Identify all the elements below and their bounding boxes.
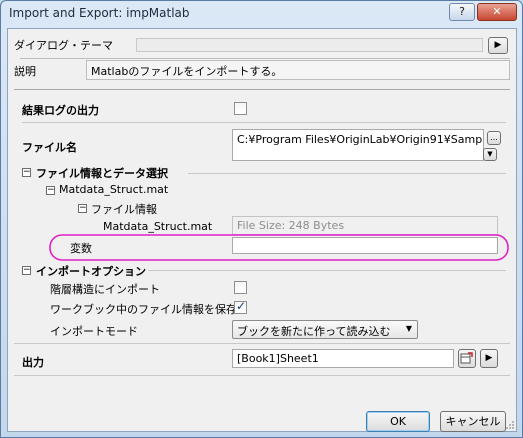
save-info-label: ワークブック中のファイル情報を保存 [50,303,237,316]
description-text: Matlabのファイルをインポートする。 [86,60,510,80]
theme-label: ダイアログ・テーマ [14,39,113,52]
filename-label: ファイル名 [22,141,77,154]
checkmark-icon: ✓ [236,299,247,313]
description-label: 説明 [14,65,36,78]
dialog-body: ダイアログ・テーマ ▶ 説明 Matlabのファイルをインポートする。 結果ログ… [7,28,517,432]
row-separator [14,343,510,344]
row-separator [22,122,506,123]
footer-separator [14,375,510,376]
hierarchical-label: 階層構造にインポート [50,283,160,296]
file-info-section-label: ファイル情報とデータ選択 [36,167,168,180]
cancel-button[interactable]: キャンセル [440,411,506,432]
output-input[interactable]: [Book1]Sheet1 [232,349,454,368]
import-mode-label: インポートモード [50,325,138,338]
section-line [188,173,506,174]
help-button[interactable]: ? [449,3,475,21]
save-info-checkbox[interactable]: ✓ [234,299,247,314]
chevron-down-icon: ▼ [405,324,412,333]
title-bar: Import and Export: impMatlab ? ✕ [1,1,522,25]
tree-child-label: ファイル情報 [91,203,157,216]
collapse-icon[interactable]: − [22,266,31,275]
variable-input[interactable] [232,237,498,254]
chevron-down-icon: ▼ [487,150,493,158]
output-arrow-button[interactable]: ▶ [480,349,498,368]
arrow-right-icon: ▶ [494,40,502,50]
sheet-picker-icon [460,352,473,364]
import-mode-select[interactable]: ブックを新たに作って読み込む ▼ [232,320,418,339]
tree-collapse-icon[interactable]: − [46,186,55,195]
dialog-window: Import and Export: impMatlab ? ✕ ダイアログ・テ… [0,0,523,438]
log-output-label: 結果ログの出力 [22,104,99,117]
filename-input[interactable]: C:¥Program Files¥OriginLab¥Origin91¥Samp [232,129,484,161]
output-picker-button[interactable] [458,349,476,368]
file-info-key: Matdata_Struct.mat [103,220,213,233]
window-title: Import and Export: impMatlab [9,6,190,20]
tree-root-label: Matdata_Struct.mat [59,183,169,196]
import-options-label: インポートオプション [36,265,146,278]
close-button[interactable]: ✕ [477,3,517,21]
hierarchical-checkbox[interactable] [234,281,247,294]
theme-arrow-button[interactable]: ▶ [488,37,508,54]
theme-separator [20,58,510,59]
section-line [148,270,506,271]
ok-button[interactable]: OK [366,411,430,432]
tree-collapse-icon[interactable]: − [78,204,87,213]
output-label: 出力 [22,356,44,369]
theme-field[interactable] [136,38,483,52]
collapse-icon[interactable]: − [22,168,31,177]
resize-grip-icon[interactable] [505,420,515,430]
log-output-checkbox[interactable] [234,102,247,115]
arrow-right-icon: ▶ [485,353,493,363]
filename-dropdown-button[interactable]: ▼ [483,148,497,161]
variable-label: 変数 [70,242,92,255]
import-mode-value: ブックを新たに作って読み込む [237,325,391,338]
browse-button[interactable]: ... [487,131,501,145]
description-separator [14,89,510,90]
